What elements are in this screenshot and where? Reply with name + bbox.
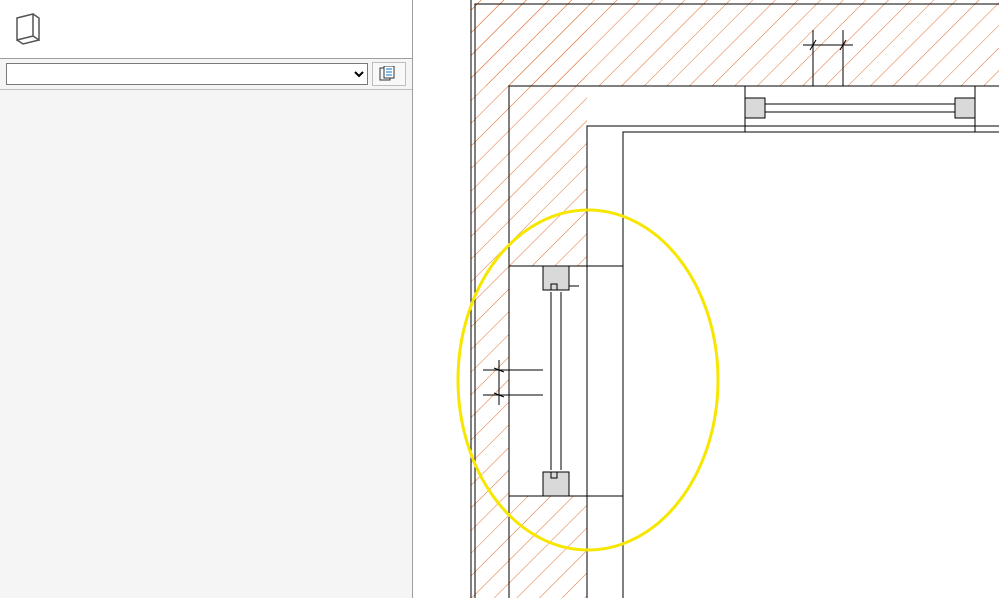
properties-grid [0, 90, 412, 598]
drawing-canvas[interactable] [413, 0, 999, 598]
window-family-icon [8, 9, 48, 49]
type-header[interactable] [0, 0, 412, 59]
edit-type-button[interactable] [372, 62, 406, 86]
properties-panel [0, 0, 413, 598]
edit-type-icon [379, 66, 395, 82]
instance-selector[interactable] [6, 63, 368, 85]
